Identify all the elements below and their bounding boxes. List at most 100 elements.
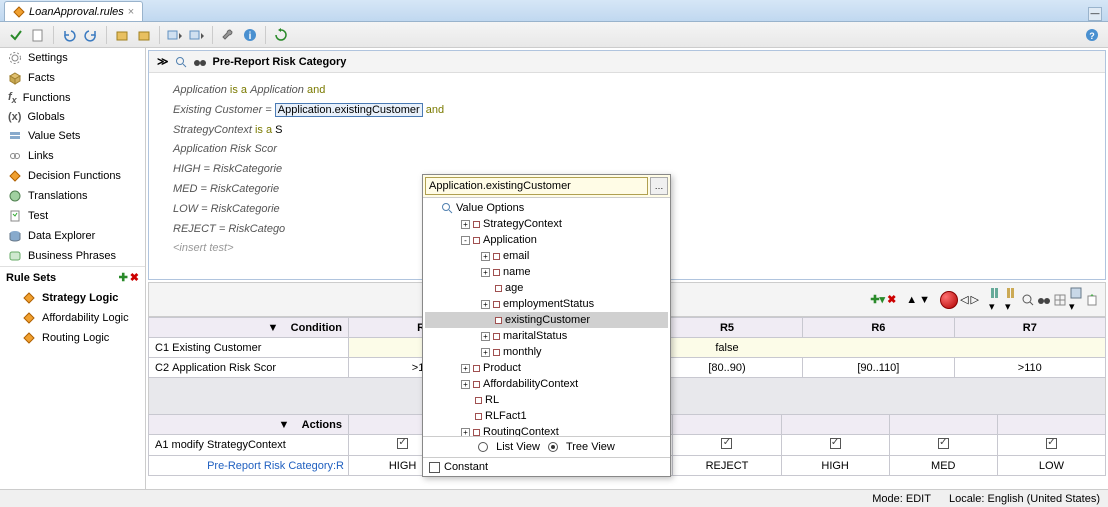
col-r5[interactable]: R5: [651, 318, 802, 338]
sidebar-item-translations[interactable]: Translations: [0, 186, 145, 206]
search-icon[interactable]: [175, 56, 187, 68]
col-r6[interactable]: R6: [803, 318, 954, 338]
new-doc-icon[interactable]: [28, 25, 48, 45]
ac-node-application[interactable]: -Application: [425, 232, 668, 248]
expand-icon[interactable]: +: [481, 332, 490, 341]
sidebar-item-facts[interactable]: Facts: [0, 68, 145, 88]
ruleset-affordability-logic[interactable]: Affordability Logic: [0, 308, 145, 328]
ac-node-monthly[interactable]: +monthly: [425, 344, 668, 360]
c2-r5[interactable]: [80..90): [651, 358, 802, 378]
package-icon[interactable]: [112, 25, 132, 45]
autocomplete-input[interactable]: [425, 177, 648, 195]
ac-node-affordabilitycontext[interactable]: +AffordabilityContext: [425, 376, 668, 392]
cond-c2[interactable]: C2 Application Risk Scor: [149, 358, 349, 378]
package2-icon[interactable]: [134, 25, 154, 45]
expand-icon[interactable]: +: [461, 428, 470, 437]
expand-icon[interactable]: +: [481, 252, 490, 261]
sidebar-item-decision-functions[interactable]: Decision Functions: [0, 166, 145, 186]
dropdown2-icon[interactable]: [187, 25, 207, 45]
expand-icon[interactable]: +: [481, 300, 490, 309]
expand-icon[interactable]: +: [461, 380, 470, 389]
a1-chk-7[interactable]: [1046, 438, 1057, 449]
refresh-icon[interactable]: [271, 25, 291, 45]
expand-icon[interactable]: +: [461, 364, 470, 373]
list-view-radio[interactable]: [478, 442, 488, 452]
dt-down-icon[interactable]: ▼: [919, 294, 930, 306]
dt-col2-icon[interactable]: ▾: [1005, 286, 1019, 313]
ac-node-maritalstatus[interactable]: +maritalStatus: [425, 328, 668, 344]
dt-next-icon[interactable]: ▷: [971, 293, 979, 306]
dt-delete-icon[interactable]: ✖: [887, 293, 896, 306]
dt-export-icon[interactable]: [1085, 293, 1099, 307]
dt-zoom-icon[interactable]: [1021, 293, 1035, 307]
sidebar-item-business-phrases[interactable]: Business Phrases: [0, 246, 145, 266]
sidebar-item-data-explorer[interactable]: Data Explorer: [0, 226, 145, 246]
sidebar-item-label: Data Explorer: [28, 230, 95, 242]
add-ruleset-icon[interactable]: ✚: [119, 271, 128, 284]
a1-chk-1[interactable]: [397, 438, 408, 449]
ac-node-routingcontext[interactable]: +RoutingContext: [425, 424, 668, 436]
c2-r6[interactable]: [90..110]: [803, 358, 954, 378]
tab-close-icon[interactable]: ×: [128, 6, 134, 18]
expand-icon[interactable]: +: [481, 268, 490, 277]
expand-icon[interactable]: -: [461, 236, 470, 245]
a1-chk-4[interactable]: [721, 438, 732, 449]
autocomplete-tree[interactable]: Value Options +StrategyContext-Applicati…: [423, 198, 670, 436]
validate-icon[interactable]: [6, 25, 26, 45]
sidebar-item-value-sets[interactable]: Value Sets: [0, 126, 145, 146]
expand-icon[interactable]: +: [461, 220, 470, 229]
redo-icon[interactable]: [81, 25, 101, 45]
cond-c1[interactable]: C1 Existing Customer: [149, 338, 349, 358]
cat-row-label[interactable]: Pre-Report Risk Category:R: [149, 456, 349, 476]
ac-node-age[interactable]: age: [425, 280, 668, 296]
binoculars-icon[interactable]: [193, 56, 207, 68]
tree-root[interactable]: Value Options: [425, 200, 668, 216]
wrench-icon[interactable]: [218, 25, 238, 45]
info-icon[interactable]: i: [240, 25, 260, 45]
cat-7[interactable]: LOW: [997, 456, 1105, 476]
selected-expression[interactable]: Application.existingCustomer: [275, 103, 423, 117]
dt-add-icon[interactable]: ✚▾: [870, 293, 885, 306]
action-a1[interactable]: A1 modify StrategyContext: [149, 435, 349, 456]
ruleset-strategy-logic[interactable]: Strategy Logic: [0, 288, 145, 308]
collapse-icon[interactable]: ≫: [157, 55, 169, 68]
tree-view-radio[interactable]: [548, 442, 558, 452]
a1-chk-5[interactable]: [830, 438, 841, 449]
cat-4[interactable]: REJECT: [673, 456, 781, 476]
editor-tab[interactable]: LoanApproval.rules ×: [4, 1, 143, 21]
dt-prev-icon[interactable]: ◁: [960, 293, 968, 306]
ac-node-name[interactable]: +name: [425, 264, 668, 280]
sidebar-item-settings[interactable]: Settings: [0, 48, 145, 68]
ac-node-product[interactable]: +Product: [425, 360, 668, 376]
browse-button[interactable]: …: [650, 177, 668, 195]
sidebar-item-test[interactable]: Test: [0, 206, 145, 226]
ac-node-rlfact1[interactable]: RLFact1: [425, 408, 668, 424]
help-icon[interactable]: ?: [1082, 25, 1102, 45]
sidebar-item-links[interactable]: Links: [0, 146, 145, 166]
col-r7[interactable]: R7: [954, 318, 1105, 338]
undo-icon[interactable]: [59, 25, 79, 45]
ac-node-strategycontext[interactable]: +StrategyContext: [425, 216, 668, 232]
dt-up-icon[interactable]: ▲: [906, 294, 917, 306]
ac-node-email[interactable]: +email: [425, 248, 668, 264]
expand-icon[interactable]: +: [481, 348, 490, 357]
ac-node-rl[interactable]: RL: [425, 392, 668, 408]
sidebar-item-functions[interactable]: fxFunctions: [0, 88, 145, 108]
ac-node-existingcustomer[interactable]: existingCustomer: [425, 312, 668, 328]
ac-node-employmentstatus[interactable]: +employmentStatus: [425, 296, 668, 312]
dt-stop-icon[interactable]: [940, 291, 958, 309]
dt-table-icon[interactable]: ▾: [1069, 286, 1083, 313]
dt-grid-icon[interactable]: [1053, 293, 1067, 307]
constant-checkbox[interactable]: [429, 462, 440, 473]
dt-col1-icon[interactable]: ▾: [989, 286, 1003, 313]
c2-r7[interactable]: >110: [954, 358, 1105, 378]
minimize-button[interactable]: —: [1088, 7, 1102, 21]
cat-5[interactable]: HIGH: [781, 456, 889, 476]
ruleset-routing-logic[interactable]: Routing Logic: [0, 328, 145, 348]
a1-chk-6[interactable]: [938, 438, 949, 449]
dt-find-icon[interactable]: [1037, 294, 1051, 306]
delete-ruleset-icon[interactable]: ✖: [130, 271, 139, 284]
sidebar-item-globals[interactable]: (x)Globals: [0, 108, 145, 126]
cat-6[interactable]: MED: [889, 456, 997, 476]
dropdown1-icon[interactable]: [165, 25, 185, 45]
